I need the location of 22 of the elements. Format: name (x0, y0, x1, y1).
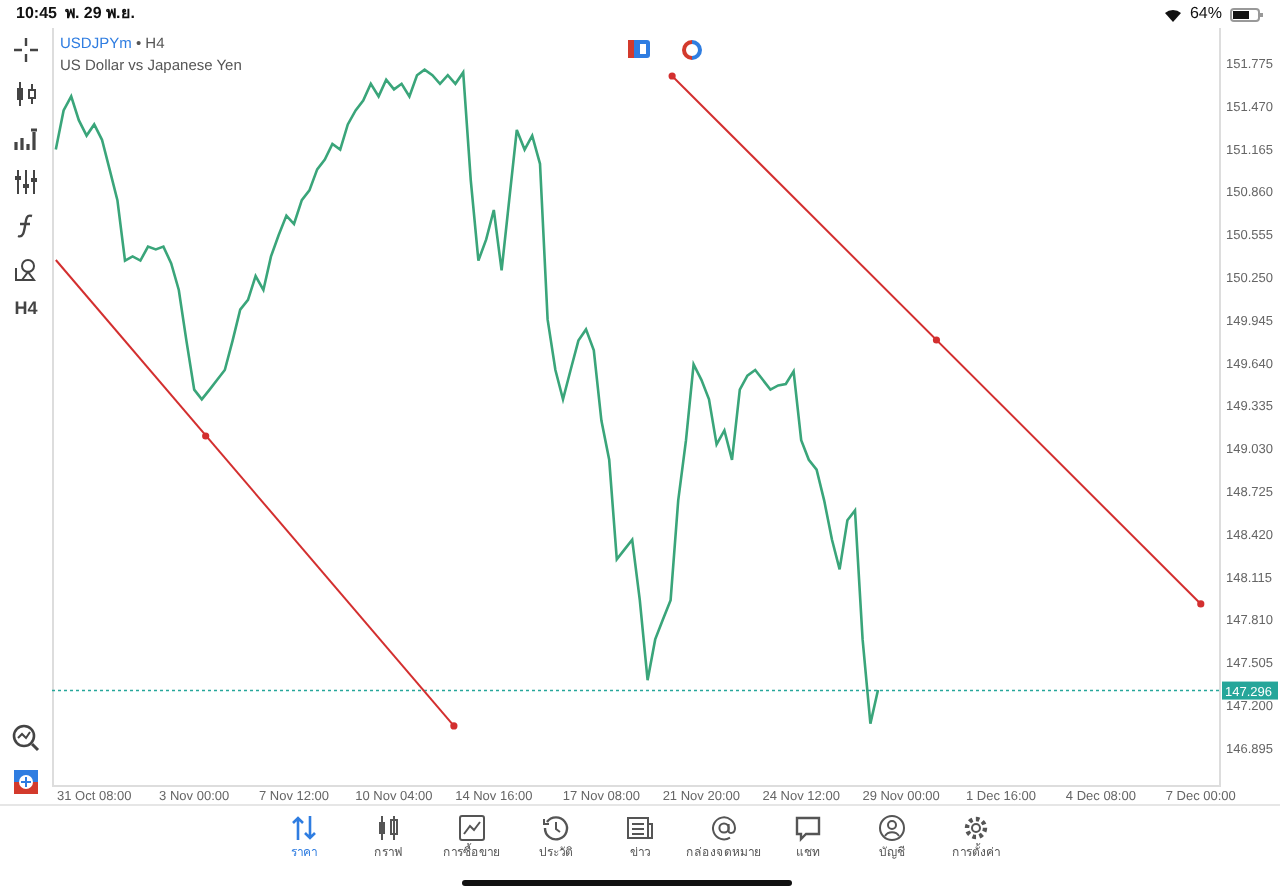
price-arrows-icon (290, 814, 318, 842)
candlestick-icon[interactable] (12, 80, 40, 108)
timeframe-button[interactable]: H4 (14, 300, 38, 318)
app-logo-icon[interactable] (12, 768, 40, 796)
battery-icon (1230, 7, 1264, 21)
chart-search-icon[interactable] (12, 724, 40, 752)
news-icon (626, 814, 654, 842)
settings-icon (962, 814, 990, 842)
line-chart-icon (458, 814, 486, 842)
account-icon (878, 814, 906, 842)
history-clock-icon (542, 814, 570, 842)
battery-percentage: 64% (1189, 2, 1222, 26)
shapes-icon[interactable] (12, 256, 40, 284)
status-time: 10:45 (16, 2, 57, 26)
status-date: พ. 29 พ.ย. (64, 2, 135, 26)
at-sign-icon (710, 814, 738, 842)
indicator-sliders-icon[interactable] (12, 168, 40, 196)
bar-chart-icon[interactable] (12, 124, 40, 152)
chat-bubble-icon (794, 814, 822, 842)
wifi-icon (1163, 7, 1182, 21)
crosshair-icon[interactable] (12, 36, 40, 64)
candlestick-icon (374, 814, 402, 842)
